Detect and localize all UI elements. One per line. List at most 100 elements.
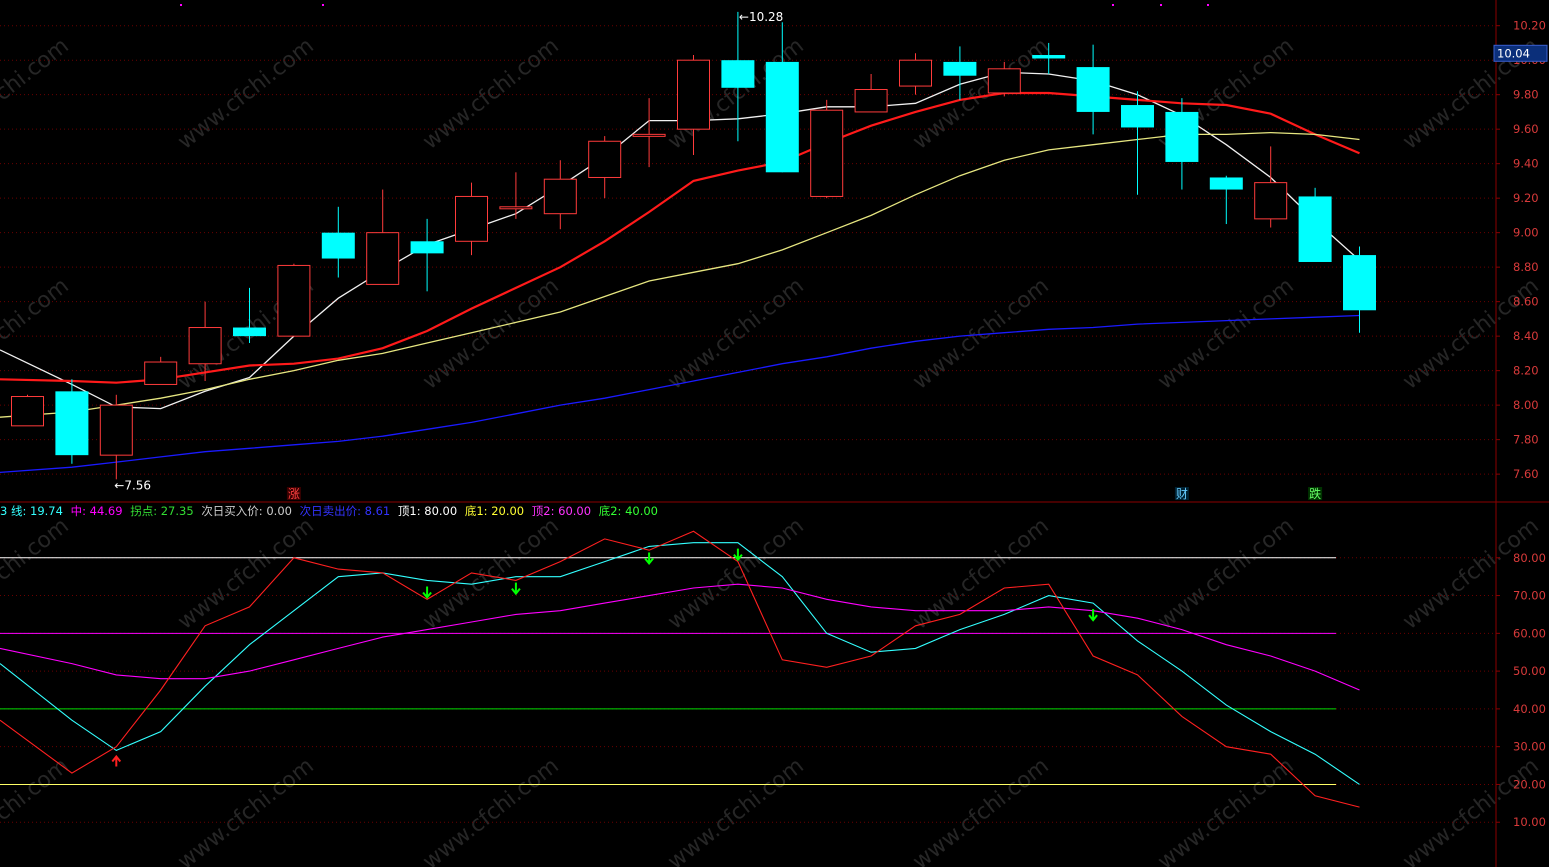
watermark: www.cfchi.com — [0, 33, 74, 154]
candle-body — [854, 89, 888, 113]
watermark: www.cfchi.com — [1398, 753, 1543, 867]
y-tick-label: 50.00 — [1513, 664, 1546, 678]
watermark: www.cfchi.com — [1153, 753, 1298, 867]
candle-body — [1343, 255, 1376, 311]
candle-body — [987, 68, 1021, 94]
candles — [11, 11, 1376, 480]
legend-item: 次日买入价: 0.00 — [201, 504, 292, 518]
watermark: www.cfchi.com — [908, 33, 1053, 154]
candle-body — [1298, 196, 1332, 262]
event-marker: 涨 — [288, 486, 300, 501]
watermark: www.cfchi.com — [418, 753, 563, 867]
grid-layer — [0, 25, 1496, 823]
y-tick-label: 8.40 — [1513, 329, 1539, 343]
candle-body — [55, 391, 89, 456]
candle-body — [1032, 55, 1066, 59]
candle-body — [1165, 111, 1199, 162]
legend-item: 顶2: 60.00 — [531, 504, 592, 518]
y-tick-label: 60.00 — [1513, 626, 1546, 640]
candle-body — [1209, 177, 1243, 190]
candle-body — [321, 232, 355, 259]
candle-body — [588, 140, 622, 178]
candle-body — [632, 133, 666, 137]
watermark: www.cfchi.com — [663, 273, 808, 394]
watermark: www.cfchi.com — [418, 33, 563, 154]
watermark: www.cfchi.com — [908, 513, 1053, 634]
stock-chart: www.cfchi.com www.cfchi.com www.cfchi.com w… — [0, 0, 1549, 867]
legend-item: 3 线: 19.74 — [0, 504, 63, 518]
y-tick-label: 7.80 — [1513, 433, 1539, 447]
y-tick-label: 8.60 — [1513, 295, 1539, 309]
watermark: www.cfchi.com — [663, 513, 808, 634]
candle-body — [677, 59, 710, 130]
legend-item: 拐点: 27.35 — [130, 504, 194, 518]
event-marker: 财 — [1176, 487, 1188, 501]
candle-body — [1076, 67, 1110, 112]
candle-body — [11, 396, 44, 427]
y-tick-label: 9.80 — [1513, 88, 1539, 102]
watermark: www.cfchi.com — [173, 33, 318, 154]
candle-body — [499, 206, 533, 210]
signal-arrows — [111, 548, 1098, 767]
candle-body — [144, 361, 178, 385]
oscillator-line — [0, 530, 1360, 808]
y-tick-label: 9.40 — [1513, 157, 1539, 171]
candle-body — [1254, 182, 1288, 220]
y-tick-label: 9.60 — [1513, 122, 1539, 136]
y-tick-label: 9.00 — [1513, 226, 1539, 240]
oscillator-line — [0, 542, 1360, 785]
legend-item: 顶1: 80.00 — [397, 504, 458, 518]
candle-body — [1121, 105, 1154, 128]
candle-body — [721, 60, 755, 88]
watermark: www.cfchi.com — [173, 513, 318, 634]
buy-arrow-icon — [111, 754, 122, 767]
legend-item: 底2: 40.00 — [598, 504, 658, 518]
watermark: www.cfchi.com — [0, 753, 74, 867]
current-price-label: 10.04 — [1497, 46, 1530, 60]
top-marker-dot — [1207, 4, 1209, 6]
high-price-label: ←10.28 — [739, 10, 783, 24]
candle-body — [366, 232, 400, 285]
watermark: www.cfchi.com — [1398, 513, 1543, 634]
y-tick-label: 8.20 — [1513, 364, 1539, 378]
candle-body — [188, 327, 222, 365]
sell-arrow-icon — [511, 582, 521, 596]
top-marker-dot — [1112, 4, 1114, 6]
y-tick-label: 70.00 — [1513, 589, 1546, 603]
top-marker-dot — [1160, 4, 1162, 6]
candle-body — [410, 241, 444, 254]
candle-body — [455, 195, 488, 242]
watermark: www.cfchi.com — [418, 513, 563, 634]
y-tick-label: 40.00 — [1513, 702, 1546, 716]
low-price-label: ←7.56 — [114, 478, 151, 492]
y-tick-label: 80.00 — [1513, 551, 1546, 565]
top-marker-dot — [322, 4, 324, 6]
candle-body — [277, 264, 311, 337]
watermark: www.cfchi.com — [418, 273, 563, 394]
watermark: www.cfchi.com — [908, 753, 1053, 867]
candle-body — [233, 327, 266, 337]
y-tick-label: 9.20 — [1513, 191, 1539, 205]
candle-body — [943, 61, 977, 76]
indicator-legend: 3 线: 19.74 中: 44.69 拐点: 27.35 次日买入价: 0.0… — [0, 503, 662, 519]
y-tick-label: 30.00 — [1513, 740, 1546, 754]
watermark: www.cfchi.com — [0, 273, 74, 394]
oscillator-lines — [0, 530, 1360, 808]
legend-item: 次日卖出价: 8.61 — [299, 504, 391, 518]
watermark: www.cfchi.com — [1153, 513, 1298, 634]
watermark: www.cfchi.com — [0, 513, 74, 634]
legend-item: 中: 44.69 — [70, 504, 123, 518]
watermark: www.cfchi.com — [173, 753, 318, 867]
watermark: www.cfchi.com — [1153, 273, 1298, 394]
y-tick-label: 8.80 — [1513, 260, 1539, 274]
top-marker-dot — [180, 4, 182, 6]
candle-body — [899, 59, 932, 87]
y-tick-label: 10.00 — [1513, 815, 1546, 829]
legend-item: 底1: 20.00 — [464, 504, 525, 518]
candle-body — [543, 178, 577, 215]
y-tick-label: 8.00 — [1513, 398, 1539, 412]
candle-body — [810, 109, 844, 197]
event-marker: 跌 — [1309, 486, 1321, 501]
candle-body — [99, 404, 133, 456]
y-tick-label: 7.60 — [1513, 467, 1539, 481]
